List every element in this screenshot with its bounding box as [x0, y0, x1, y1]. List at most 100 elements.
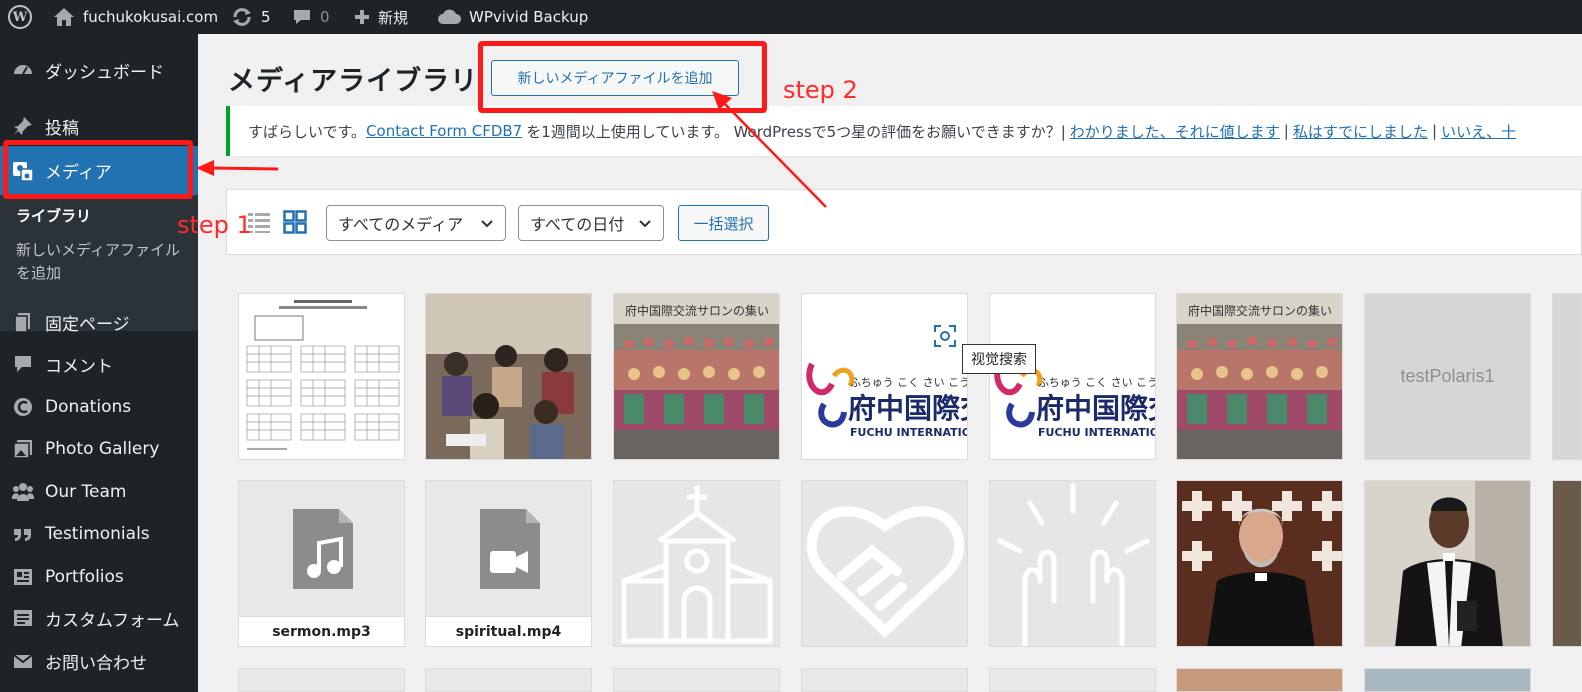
group-banner-text: 府中国際交流サロンの集い	[625, 303, 769, 318]
step2-label: step 2	[783, 76, 858, 104]
logo-kana: ふちゅう こく さい こう	[1038, 376, 1156, 389]
media-toolbar: すべてのメディア すべての日付 一括選択	[226, 189, 1582, 255]
media-tile-partial[interactable]	[1552, 293, 1582, 460]
menu-label: Donations	[45, 397, 132, 417]
updates-count: 5	[261, 8, 271, 26]
cloud-icon	[438, 9, 461, 24]
step2-highlight-box	[478, 41, 767, 113]
group-photo-thumb-2: 府中国際交流サロンの集い	[1177, 294, 1342, 459]
menu-dashboard[interactable]: ダッシュボード	[0, 50, 198, 90]
media-tile-row3[interactable]	[801, 668, 968, 692]
admin-bar: W fuchukokusai.com 5 0 新規 WPvivid Backup	[0, 0, 1582, 34]
logo-english: FUCHU INTERNATIONA	[1038, 426, 1156, 439]
comments-icon	[294, 10, 310, 24]
menu-our-team[interactable]: Our Team	[0, 472, 198, 512]
page-title: メディアライブラリ	[228, 66, 479, 97]
media-tile-spiritual-video[interactable]: spiritual.mp4	[425, 480, 592, 647]
team-icon	[0, 481, 45, 503]
admin-sidebar: ダッシュボード 投稿 メディア ライブラリ 新しいメディアファイルを追加 固定ペ…	[0, 34, 198, 692]
media-tile-classroom-photo[interactable]	[425, 293, 592, 460]
submenu-add-new[interactable]: 新しいメディアファイルを追加	[16, 239, 186, 285]
visual-search-tooltip: 视觉搜索	[962, 344, 1036, 374]
media-tile-praying-hands[interactable]	[989, 480, 1156, 647]
wpvivid-backup-link[interactable]: WPvivid Backup	[437, 0, 588, 34]
tile-filename: sermon.mp3	[239, 616, 404, 646]
notice-link-already[interactable]: 私はすでにしました	[1293, 121, 1428, 142]
menu-label: 投稿	[45, 118, 79, 139]
group-banner-text: 府中国際交流サロンの集い	[1188, 303, 1332, 318]
bulk-select-button[interactable]: 一括選択	[678, 205, 769, 241]
date-filter[interactable]: すべての日付	[518, 205, 664, 241]
church-icon-thumb	[614, 481, 779, 646]
media-tile-row3[interactable]	[1176, 668, 1343, 692]
comment-icon	[0, 353, 45, 375]
media-tile-partial[interactable]	[1552, 480, 1582, 647]
pastor-photo-thumb	[1365, 481, 1530, 646]
mail-icon	[0, 650, 45, 672]
notice-plugin-link[interactable]: Contact Form CFDB7	[366, 122, 522, 140]
media-type-filter[interactable]: すべてのメディア	[326, 205, 506, 241]
menu-comments[interactable]: コメント	[0, 344, 198, 384]
media-tile-fuchu-logo-2[interactable]: ふちゅう こく さい こう 府中国際交 FUCHU INTERNATIONA	[989, 293, 1156, 460]
review-notice: すばらしいです。 Contact Form CFDB7 を1週間以上使用していま…	[226, 106, 1582, 156]
menu-photo-gallery[interactable]: Photo Gallery	[0, 429, 198, 469]
media-tile-church[interactable]	[613, 480, 780, 647]
menu-custom-form[interactable]: カスタムフォーム	[0, 598, 198, 638]
media-tile-row3[interactable]	[238, 668, 405, 692]
media-tile-schedule-document[interactable]	[238, 293, 405, 460]
notice-separator: |	[1283, 122, 1289, 140]
media-tile-heart-hands[interactable]	[801, 480, 968, 647]
menu-testimonials[interactable]: Testimonials	[0, 514, 198, 554]
group-photo-thumb: 府中国際交流サロンの集い	[614, 294, 779, 459]
fuchu-logo-thumb: ふちゅう こく さい こう 府中国際交 FUCHU INTERNATIONA	[802, 294, 968, 459]
notice-separator: |	[1432, 122, 1438, 140]
step1-highlight-box	[3, 140, 193, 199]
menu-label: ダッシュボード	[45, 62, 164, 83]
media-tile-pastor-photo[interactable]	[1364, 480, 1531, 647]
logo-english: FUCHU INTERNATIONA	[850, 426, 968, 439]
heart-hands-thumb	[802, 481, 967, 646]
menu-label: Portfolios	[45, 567, 124, 587]
media-tile-row3[interactable]	[613, 668, 780, 692]
submenu-library[interactable]: ライブラリ	[16, 205, 186, 228]
menu-label: 固定ページ	[45, 314, 130, 335]
backup-label: WPvivid Backup	[469, 8, 589, 26]
media-tile-priest-photo[interactable]	[1176, 480, 1343, 647]
notice-prefix: すばらしいです。	[248, 122, 367, 141]
updates-link[interactable]: 5	[231, 0, 271, 34]
logo-kanji: 府中国際交	[848, 392, 968, 425]
media-tile-row3[interactable]	[1364, 668, 1531, 692]
new-content-link[interactable]: 新規	[354, 0, 408, 34]
menu-pages[interactable]: 固定ページ	[0, 302, 198, 342]
notice-middle: を1週間以上使用しています。 WordPressで5つ星の評価をお願いできますか…	[526, 122, 1066, 141]
menu-donations[interactable]: Donations	[0, 387, 198, 427]
classroom-photo-thumb	[426, 294, 591, 459]
dashboard-icon	[0, 59, 45, 81]
new-label: 新規	[378, 8, 409, 27]
wordpress-logo-icon[interactable]: W	[8, 0, 32, 34]
menu-label: Photo Gallery	[45, 439, 160, 459]
media-tile-sermon-audio[interactable]: sermon.mp3	[238, 480, 405, 647]
site-name-link[interactable]: fuchukokusai.com	[53, 0, 218, 34]
notice-link-deserve[interactable]: わかりました、それに値します	[1070, 121, 1280, 142]
media-tile-group-photo-2[interactable]: 府中国際交流サロンの集い	[1176, 293, 1343, 460]
wp-logo-mark: W	[8, 5, 32, 29]
chevron-down-icon	[639, 220, 651, 228]
media-tile-test-polaris[interactable]: testPolaris1	[1364, 293, 1531, 460]
menu-label: コメント	[45, 356, 113, 377]
menu-portfolios[interactable]: Portfolios	[0, 557, 198, 597]
tile-placeholder-text: testPolaris1	[1400, 366, 1495, 386]
comments-count: 0	[320, 8, 330, 26]
comments-link[interactable]: 0	[292, 0, 330, 34]
media-tile-row3[interactable]	[425, 668, 592, 692]
menu-contact[interactable]: お問い合わせ	[0, 641, 198, 681]
menu-label: お問い合わせ	[45, 653, 147, 674]
media-tile-fuchu-logo[interactable]: ふちゅう こく さい こう 府中国際交 FUCHU INTERNATIONA	[801, 293, 968, 460]
quote-icon	[0, 523, 45, 545]
media-tile-row3[interactable]	[989, 668, 1156, 692]
notice-link-no[interactable]: いいえ、十	[1441, 121, 1516, 142]
media-tile-group-photo[interactable]: 府中国際交流サロンの集い	[613, 293, 780, 460]
donations-icon	[0, 396, 45, 418]
menu-label: Testimonials	[45, 524, 150, 544]
grid-view-icon[interactable]	[283, 210, 307, 234]
